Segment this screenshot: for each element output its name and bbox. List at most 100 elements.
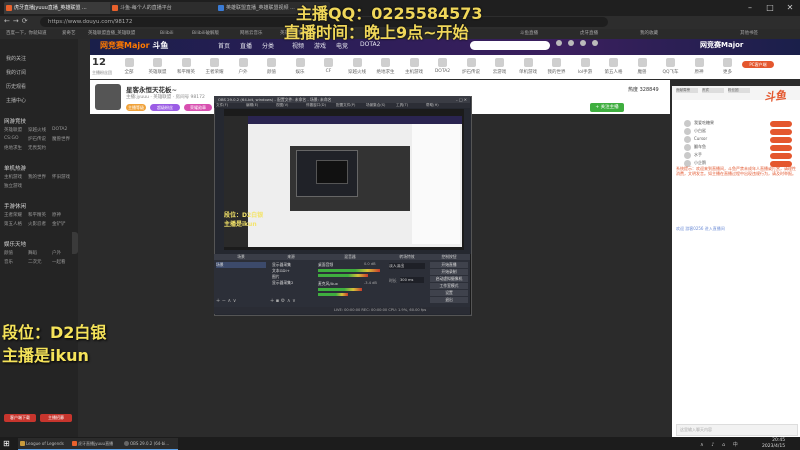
history-icon[interactable] xyxy=(568,40,574,46)
source-item[interactable]: 显示器采集2 xyxy=(272,280,293,286)
sidebar-button[interactable]: 客户端下载 xyxy=(4,414,36,422)
obs-menu-item[interactable]: 文件(F) xyxy=(216,103,228,108)
sidebar-category-link[interactable]: DOTA2 xyxy=(52,127,67,132)
sidebar-section-title[interactable]: 网游竞技 xyxy=(4,117,26,125)
category-item[interactable]: 英雄联盟 xyxy=(145,58,171,75)
obs-menu-item[interactable]: 视图(V) xyxy=(276,103,288,108)
event-logo[interactable]: 网竞赛Major xyxy=(700,40,743,50)
sidebar-button[interactable]: 主播招募 xyxy=(40,414,72,422)
tab-fan-club[interactable]: 粉丝团 xyxy=(728,88,750,93)
sidebar-top-item[interactable]: 我的关注 xyxy=(6,55,26,62)
sidebar-category-link[interactable]: 舞蹈 xyxy=(28,250,37,256)
category-item[interactable]: 王者荣耀 xyxy=(202,58,228,75)
category-item[interactable]: 全部 xyxy=(116,58,142,75)
nav-arrows-icon[interactable]: ←→⟳ xyxy=(4,17,31,25)
bookmark[interactable]: 虎牙直播 xyxy=(580,29,598,39)
category-item[interactable]: 和平精英 xyxy=(173,58,199,75)
studio-mode-button[interactable]: 工作室模式 xyxy=(430,283,468,289)
close-icon[interactable]: ✕ xyxy=(780,0,800,16)
sidebar-category-link[interactable]: 和平精英 xyxy=(28,212,46,218)
sidebar-top-item[interactable]: 我的订阅 xyxy=(6,69,26,76)
duration-input[interactable]: 300 ms xyxy=(400,277,424,283)
follow-button[interactable]: + 关注主播 xyxy=(590,103,624,112)
avatar[interactable] xyxy=(592,40,598,46)
sidebar-section-title[interactable]: 手游休闲 xyxy=(4,202,26,210)
bookmark[interactable]: Bilibili xyxy=(160,29,173,39)
category-item[interactable]: 魔兽 xyxy=(629,58,655,75)
browser-tab-active[interactable]: 虎牙直播jyuuu直播_英雄联盟 ... xyxy=(4,2,118,14)
start-recording-button[interactable]: 开始录制 xyxy=(430,269,468,275)
search-input[interactable] xyxy=(470,41,550,50)
category-item[interactable]: 穿越火线 xyxy=(344,58,370,75)
minimize-icon[interactable]: – xyxy=(740,0,760,16)
bookmark[interactable]: Bilibili破解版 xyxy=(192,29,219,39)
category-item[interactable]: 主机游戏 xyxy=(401,58,427,75)
windows-start-icon[interactable]: ⊞ xyxy=(3,439,12,448)
category-item[interactable]: 颜值 xyxy=(259,58,285,75)
sidebar-category-link[interactable]: 王者荣耀 xyxy=(4,212,22,218)
bookmark[interactable]: 我的收藏 xyxy=(640,29,658,39)
obs-menu-item[interactable]: 工具(T) xyxy=(396,103,408,108)
obs-menu-item[interactable]: 帮助(H) xyxy=(426,103,439,108)
sidebar-category-link[interactable]: 无畏契约 xyxy=(28,145,46,151)
pc-client-button[interactable]: PC客户端 xyxy=(742,61,774,68)
taskbar-clock[interactable]: 20:45 2023/4/15 xyxy=(762,438,785,449)
sidebar-category-link[interactable]: CS:GO xyxy=(4,136,19,141)
tab-vip[interactable]: 贵宾 xyxy=(702,88,724,93)
sidebar-category-link[interactable]: 火影忍者 xyxy=(28,221,46,227)
sidebar-category-link[interactable]: 二次元 xyxy=(28,259,42,265)
category-item[interactable]: 户外 xyxy=(230,58,256,75)
bookmark[interactable]: 英雄联盟直播_英雄联盟 xyxy=(88,29,135,39)
obs-menu-item[interactable]: 场景集合(S) xyxy=(366,103,385,108)
category-item[interactable]: 单机游戏 xyxy=(515,58,541,75)
tab-weekly-rank[interactable]: 贡献周榜 xyxy=(676,88,698,93)
sidebar-section-title[interactable]: 单机热游 xyxy=(4,164,26,172)
sidebar-category-link[interactable]: 穿越火线 xyxy=(28,127,46,133)
obs-menu-item[interactable]: 停靠窗口(D) xyxy=(306,103,326,108)
category-item[interactable]: QQ飞车 xyxy=(658,58,684,75)
category-item[interactable]: 第五人格 xyxy=(601,58,627,75)
category-item[interactable]: CF xyxy=(316,58,342,74)
nav-home[interactable]: 首页 xyxy=(218,41,230,50)
sidebar-category-link[interactable]: 英雄联盟 xyxy=(4,127,22,133)
category-item[interactable]: 我的世界 xyxy=(544,58,570,75)
sidebar-category-link[interactable]: 一起看 xyxy=(52,259,66,265)
sidebar-collapse-handle[interactable] xyxy=(72,232,78,254)
sidebar-category-link[interactable]: 颜值 xyxy=(4,250,13,256)
obs-window-controls-icon[interactable]: – □ ✕ xyxy=(456,96,467,103)
taskbar-app-browser[interactable]: 虎牙直播jyuuu直播 xyxy=(70,438,126,450)
virtual-camera-button[interactable]: 启动虚拟摄像机 xyxy=(430,276,468,282)
sidebar-top-item[interactable]: 主播中心 xyxy=(6,97,26,104)
sidebar-category-link[interactable]: 绝地求生 xyxy=(4,145,22,151)
sidebar-category-link[interactable]: 炉石传说 xyxy=(28,136,46,142)
category-item[interactable]: 绝地求生 xyxy=(373,58,399,75)
obs-menu-item[interactable]: 编辑(E) xyxy=(246,103,258,108)
sidebar-category-link[interactable]: 怀旧游戏 xyxy=(52,174,70,180)
sidebar-category-link[interactable]: 主机游戏 xyxy=(4,174,22,180)
streamer-avatar[interactable] xyxy=(95,84,121,110)
sidebar-section-title[interactable]: 娱乐天地 xyxy=(4,240,26,248)
sidebar-category-link[interactable]: 第五人格 xyxy=(4,221,22,227)
browser-tab[interactable]: 斗鱼-每个人的直播平台 xyxy=(110,2,224,14)
site-logo[interactable]: 网竞赛Major 斗鱼 xyxy=(100,40,168,51)
category-item[interactable]: 更多 xyxy=(715,58,741,75)
sidebar-category-link[interactable]: 原神 xyxy=(52,212,61,218)
nav-live[interactable]: 直播 xyxy=(240,41,252,50)
search-icon[interactable] xyxy=(556,40,562,46)
maximize-icon[interactable]: □ xyxy=(760,0,780,16)
exit-button[interactable]: 退出 xyxy=(430,297,468,303)
bookmark[interactable]: 斗鱼直播 xyxy=(520,29,538,39)
scene-toolbar-icon[interactable]: + − ∧ ∨ xyxy=(216,298,236,304)
taskbar-app-lol[interactable]: League of Legends xyxy=(18,438,74,450)
settings-button[interactable]: 设置 xyxy=(430,290,468,296)
scene-item[interactable]: 场景 xyxy=(216,262,266,268)
bookmark[interactable]: 其他书签 xyxy=(740,29,758,39)
sidebar-category-link[interactable]: 独立游戏 xyxy=(4,183,22,189)
nav-category[interactable]: 分类 xyxy=(262,41,274,50)
source-toolbar-icon[interactable]: + ▪ ⚙ ∧ ∨ xyxy=(270,298,296,304)
system-tray-icons[interactable]: ∧ ♪ ⌂ 中 xyxy=(700,441,741,448)
start-streaming-button[interactable]: 开始直播 xyxy=(430,262,468,268)
category-item[interactable]: DOTA2 xyxy=(430,58,456,74)
obs-menu-item[interactable]: 配置文件(P) xyxy=(336,103,355,108)
sidebar-category-link[interactable]: 户外 xyxy=(52,250,61,256)
